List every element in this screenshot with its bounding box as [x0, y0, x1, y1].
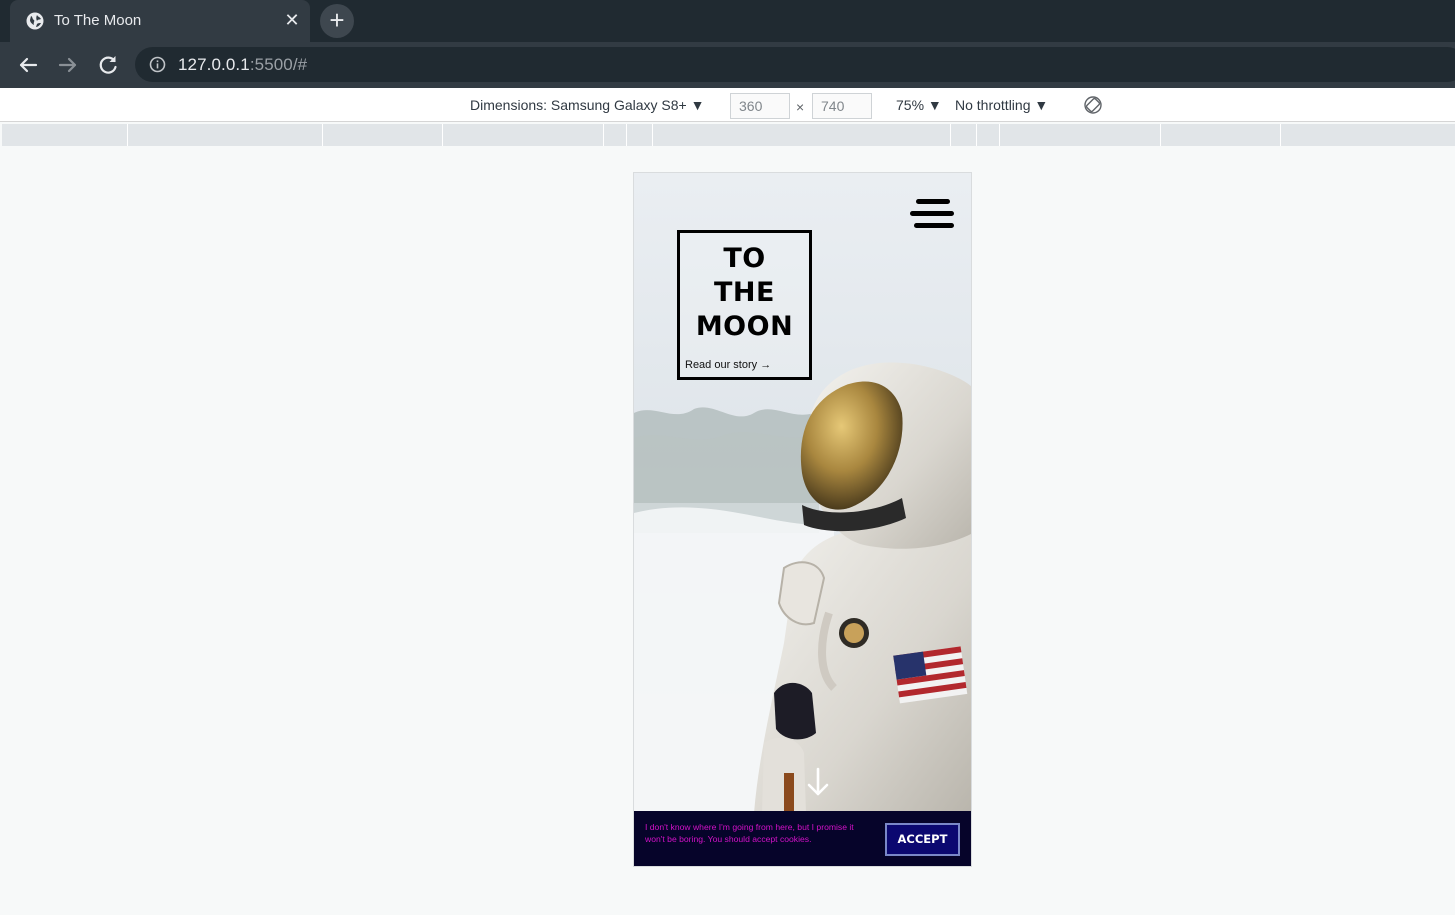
read-our-story-link[interactable]: Read our story →	[685, 359, 771, 371]
throttling-value: No throttling	[955, 97, 1031, 113]
back-arrow-icon[interactable]	[14, 51, 42, 79]
ruler-divider	[1160, 124, 1161, 146]
device-dimensions-select[interactable]: Dimensions: Samsung Galaxy S8+ ▼	[470, 97, 704, 113]
ruler-divider	[322, 124, 323, 146]
logo-line: MOON	[695, 311, 794, 342]
dropdown-arrow-icon: ▼	[927, 97, 942, 113]
media-query-bar[interactable]	[2, 124, 1455, 146]
height-input[interactable]: 740	[812, 93, 872, 119]
globe-icon	[26, 12, 44, 30]
close-tab-icon[interactable]: ✕	[282, 10, 302, 30]
info-icon[interactable]	[149, 56, 166, 73]
browser-tab[interactable]: To The Moon ✕	[10, 0, 310, 43]
tab-title: To The Moon	[54, 12, 142, 29]
logo-line: THE	[714, 277, 775, 308]
ruler-divider	[652, 124, 653, 146]
logo-line: TO	[723, 243, 766, 274]
cookie-message: I don't know where I'm going from here, …	[645, 822, 854, 844]
url-text[interactable]: 127.0.0.1:5500/#	[178, 55, 307, 75]
ruler-divider	[999, 124, 1000, 146]
ruler-divider	[626, 124, 627, 146]
forward-arrow-icon[interactable]	[54, 51, 82, 79]
device-viewport: TO THE MOON Read our story → I don't kno…	[633, 172, 972, 867]
dropdown-arrow-icon: ▼	[1034, 97, 1049, 113]
device-dimensions-label: Dimensions: Samsung Galaxy S8+	[470, 97, 687, 113]
device-toolbar: Dimensions: Samsung Galaxy S8+ ▼ 360 × 7…	[0, 88, 1455, 122]
cookie-banner: I don't know where I'm going from here, …	[634, 811, 971, 866]
reload-icon[interactable]	[94, 51, 122, 79]
ruler-divider	[976, 124, 977, 146]
url-host: 127.0.0.1	[178, 55, 250, 74]
right-arrow-icon: →	[760, 359, 772, 371]
zoom-select[interactable]: 75% ▼	[896, 97, 942, 113]
ruler-divider	[950, 124, 951, 146]
rotate-device-icon[interactable]	[1084, 96, 1102, 114]
site-logo-box: TO THE MOON Read our story →	[677, 230, 812, 380]
dropdown-arrow-icon: ▼	[690, 97, 705, 113]
ruler-divider	[1280, 124, 1281, 146]
throttling-select[interactable]: No throttling ▼	[955, 97, 1048, 113]
url-path: :5500/#	[249, 55, 308, 74]
new-tab-button[interactable]: +	[320, 4, 354, 38]
site-logo-text: TO THE MOON	[680, 242, 809, 344]
browser-toolbar: 127.0.0.1:5500/#	[0, 42, 1455, 88]
ruler-divider	[603, 124, 604, 146]
ruler-divider	[127, 124, 128, 146]
story-link-label: Read our story	[685, 359, 758, 371]
accept-cookies-button[interactable]: ACCEPT	[885, 823, 960, 856]
address-bar[interactable]: 127.0.0.1:5500/#	[135, 47, 1455, 82]
zoom-value: 75%	[896, 97, 925, 113]
times-sign: ×	[796, 99, 805, 115]
scroll-down-arrow-icon[interactable]	[806, 767, 830, 797]
ruler-divider	[442, 124, 443, 146]
hamburger-menu-icon[interactable]	[910, 197, 956, 231]
tab-strip: To The Moon ✕ +	[0, 0, 1455, 43]
width-input[interactable]: 360	[730, 93, 790, 119]
